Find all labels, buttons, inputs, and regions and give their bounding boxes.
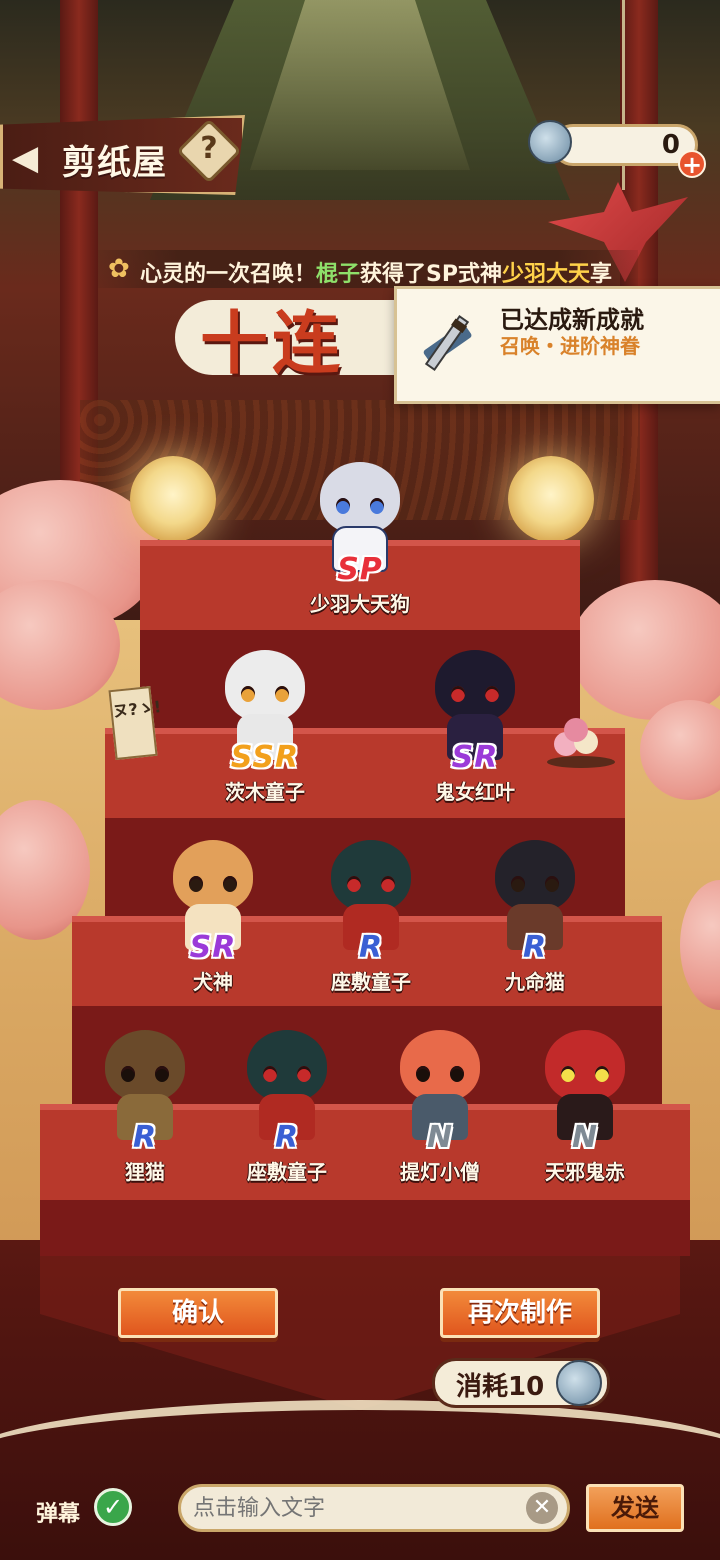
- result-card[interactable]: N 提灯小僧: [365, 1020, 515, 1190]
- danmu-input[interactable]: [178, 1484, 570, 1532]
- rarity-badge: SSR: [230, 740, 300, 775]
- add-currency-button[interactable]: +: [678, 150, 706, 178]
- flower-icon: ✿: [108, 254, 130, 284]
- shikigami-name: 天邪鬼赤: [545, 1160, 625, 1184]
- sword-scroll-icon: [423, 314, 472, 372]
- announce-suffix: 享: [590, 262, 613, 287]
- announcement-text: 心灵的一次召唤！棍子获得了SP式神少羽大天享: [140, 256, 612, 288]
- check-icon[interactable]: ✓: [94, 1488, 132, 1526]
- step-4-face: [40, 1200, 690, 1256]
- rarity-badge: R: [274, 1120, 300, 1155]
- rarity-badge: SP: [337, 552, 383, 587]
- right-lantern: [508, 456, 594, 542]
- shikigami-name: 少羽大天狗: [310, 592, 410, 616]
- shikigami-name: 茨木童子: [225, 780, 305, 804]
- rarity-badge: R: [522, 930, 548, 965]
- shikigami-name: 九命猫: [505, 970, 565, 994]
- result-card[interactable]: SP 少羽大天狗: [285, 452, 435, 622]
- rarity-badge: SR: [451, 740, 499, 775]
- result-card[interactable]: R 座敷童子: [212, 1020, 362, 1190]
- shikigami-name: 犬神: [193, 970, 233, 994]
- rarity-badge: R: [132, 1120, 158, 1155]
- summon-result-screen: ヌ?ゝ! ◀ 剪纸屋 ? 0 + ✿ 心灵的一次召唤！棍子获得了SP式神少羽大天…: [0, 0, 720, 1560]
- dango-plate: [547, 718, 615, 768]
- page-title: 剪纸屋: [62, 143, 167, 183]
- shikigami-name: 座敷童子: [247, 1160, 327, 1184]
- result-card[interactable]: N 天邪鬼赤: [510, 1020, 660, 1190]
- ten-pull-title: 十连: [200, 304, 345, 384]
- danmu-label: 弹幕: [36, 1502, 81, 1527]
- announce-middle: 获得了SP式神: [360, 262, 503, 287]
- note-card: ヌ?ゝ!: [108, 685, 162, 761]
- result-card[interactable]: R 座敷童子: [296, 830, 446, 1000]
- announce-prefix: 心灵的一次召唤！: [140, 262, 317, 287]
- result-card[interactable]: SSR 茨木童子: [190, 640, 340, 810]
- confirm-button[interactable]: 确认: [118, 1288, 278, 1338]
- shikigami-name: 座敷童子: [331, 970, 411, 994]
- send-button[interactable]: 发送: [586, 1484, 684, 1532]
- announce-shikigami: 少羽大天: [502, 262, 591, 287]
- rarity-badge: SR: [189, 930, 237, 965]
- result-card[interactable]: SR 鬼女红叶: [400, 640, 550, 810]
- cost-label: 消耗10: [456, 1372, 545, 1402]
- chevron-left-icon[interactable]: ◀: [12, 140, 48, 176]
- announce-player: 棍子: [316, 262, 361, 287]
- close-icon[interactable]: ✕: [526, 1492, 558, 1524]
- help-icon[interactable]: ?: [196, 131, 222, 166]
- summon-ticket-icon: [556, 1360, 602, 1406]
- result-card[interactable]: SR 犬神: [138, 830, 288, 1000]
- achievement-subtitle: 召唤・进阶神眷: [500, 334, 640, 358]
- rarity-badge: R: [358, 930, 384, 965]
- summon-ticket-icon: [528, 120, 572, 164]
- shikigami-name: 鬼女红叶: [435, 780, 515, 804]
- left-lantern: [130, 456, 216, 542]
- result-card[interactable]: R 九命猫: [460, 830, 610, 1000]
- summon-again-button[interactable]: 再次制作: [440, 1288, 600, 1338]
- rarity-badge: N: [426, 1120, 454, 1155]
- result-card[interactable]: R 狸猫: [70, 1020, 220, 1190]
- rarity-badge: N: [571, 1120, 599, 1155]
- currency-value: 0: [661, 130, 680, 160]
